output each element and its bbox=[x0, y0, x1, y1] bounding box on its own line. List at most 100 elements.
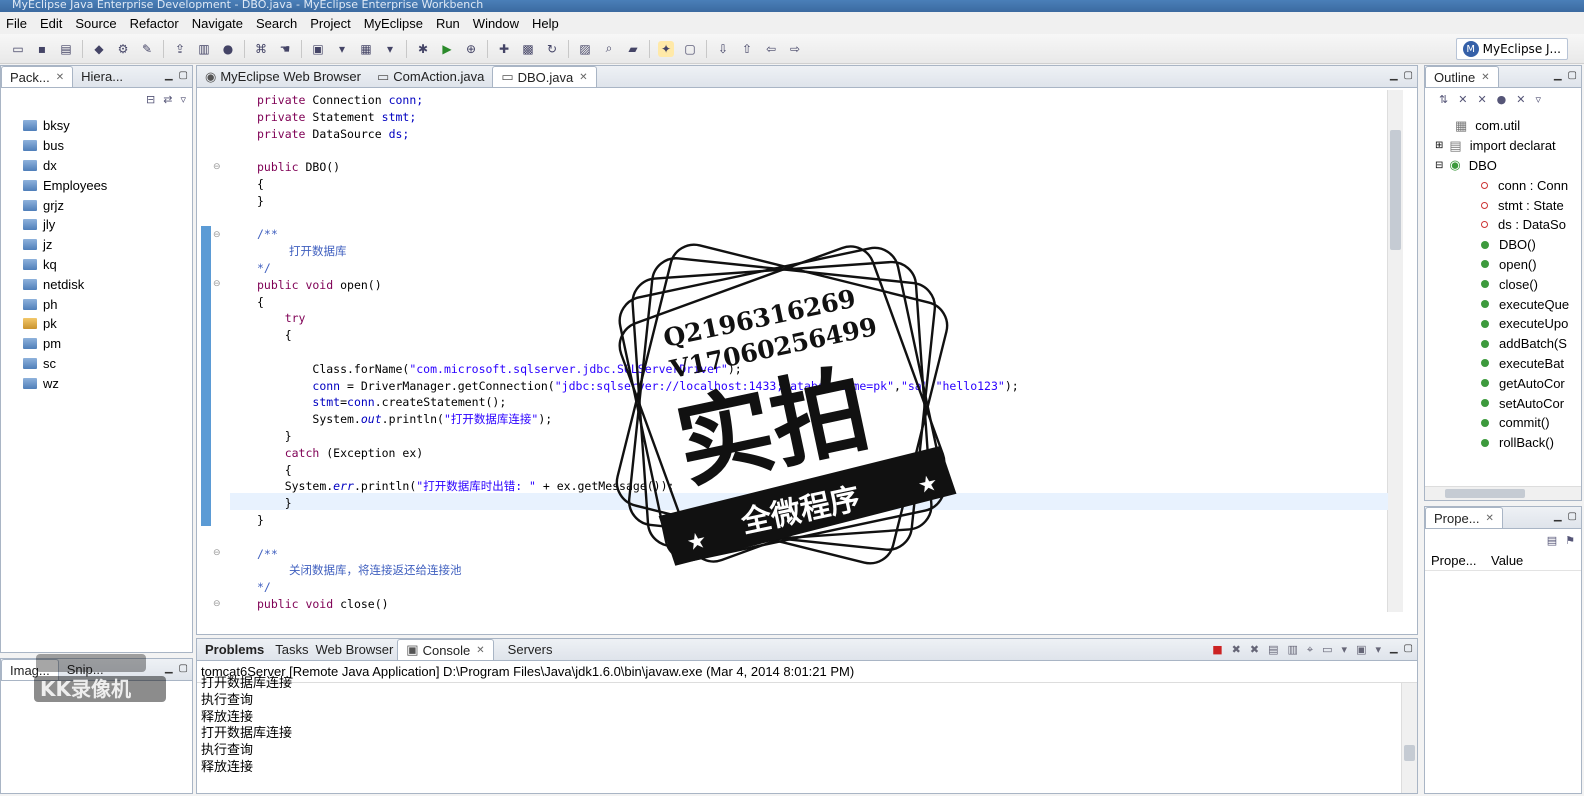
back-icon[interactable]: ⇦ bbox=[763, 41, 779, 57]
maximize-icon[interactable]: ▢ bbox=[1568, 70, 1577, 81]
close-icon[interactable]: ✕ bbox=[1481, 72, 1489, 83]
document-icon[interactable]: ▦ bbox=[358, 41, 374, 57]
annotation-prev-icon[interactable]: ⇧ bbox=[739, 41, 755, 57]
link-editor-icon[interactable]: ⇄ bbox=[163, 93, 172, 106]
maximize-icon[interactable]: ▢ bbox=[179, 70, 188, 81]
tree-item[interactable]: wz bbox=[23, 373, 192, 393]
tab-outline[interactable]: Outline ✕ bbox=[1425, 66, 1499, 87]
chevron-down-icon[interactable]: ▾ bbox=[334, 41, 350, 57]
tree-item[interactable]: pk bbox=[23, 314, 192, 334]
minimize-icon[interactable]: ▁ bbox=[1390, 643, 1398, 654]
close-icon[interactable]: ✕ bbox=[56, 72, 64, 83]
server-icon[interactable]: ▥ bbox=[196, 41, 212, 57]
maximize-icon[interactable]: ▢ bbox=[1404, 70, 1413, 81]
console-output[interactable]: 打开数据库连接 执行查询 释放连接 打开数据库连接 执行查询 释放连接 bbox=[197, 675, 1417, 781]
outline-item[interactable]: commit() bbox=[1425, 413, 1581, 433]
column-header[interactable]: Value bbox=[1487, 553, 1523, 568]
display-console-icon[interactable]: ▭ bbox=[1322, 643, 1332, 657]
menu-navigate[interactable]: Navigate bbox=[186, 16, 250, 31]
link-icon[interactable]: ⌘ bbox=[253, 41, 269, 57]
minimize-icon[interactable]: ▁ bbox=[1554, 511, 1562, 522]
remove-all-icon[interactable]: ✖ bbox=[1250, 643, 1259, 657]
hand-icon[interactable]: ☚ bbox=[277, 41, 293, 57]
tab-comaction-java[interactable]: ▭ ComAction.java bbox=[369, 66, 492, 87]
outline-item[interactable]: addBatch(S bbox=[1425, 334, 1581, 354]
fold-marker[interactable]: ⊖ bbox=[213, 599, 221, 609]
expand-icon[interactable]: ⊞ bbox=[1435, 140, 1443, 151]
outline-item[interactable]: executeQue bbox=[1425, 294, 1581, 314]
outline-item[interactable]: executeBat bbox=[1425, 354, 1581, 374]
hide-fields-icon[interactable]: ✕ bbox=[1458, 93, 1467, 106]
tab-properties[interactable]: Prope... ✕ bbox=[1425, 507, 1503, 528]
scrollbar-thumb[interactable] bbox=[1445, 489, 1525, 498]
tab-web-browser[interactable]: Web Browser bbox=[311, 639, 397, 660]
fold-marker[interactable]: ⊖ bbox=[213, 162, 221, 172]
outline-item[interactable]: conn : Conn bbox=[1425, 175, 1581, 195]
tab-package-explorer[interactable]: Pack... ✕ bbox=[1, 66, 74, 87]
console-scrollbar[interactable] bbox=[1401, 683, 1417, 793]
globe-icon[interactable]: ● bbox=[220, 41, 236, 57]
scrollbar-thumb[interactable] bbox=[1390, 130, 1401, 250]
print-icon[interactable]: ▤ bbox=[58, 41, 74, 57]
categories-icon[interactable]: ▤ bbox=[1547, 534, 1557, 547]
external-tools-icon[interactable]: ⊕ bbox=[463, 41, 479, 57]
close-icon[interactable]: ✕ bbox=[579, 72, 587, 83]
window-icon[interactable]: ▣ bbox=[310, 41, 326, 57]
tree-item[interactable]: kq bbox=[23, 255, 192, 275]
chevron-down-icon[interactable]: ▾ bbox=[1342, 643, 1348, 657]
minimize-icon[interactable]: ▁ bbox=[1390, 70, 1398, 81]
tree-item[interactable]: Employees bbox=[23, 175, 192, 195]
sort-icon[interactable]: ⇅ bbox=[1439, 93, 1448, 106]
tab-hierarchy[interactable]: Hiera... bbox=[73, 66, 131, 87]
fold-marker[interactable]: ⊖ bbox=[213, 279, 221, 289]
open-console-icon[interactable]: ▣ bbox=[1356, 643, 1366, 657]
block-select-icon[interactable]: ▢ bbox=[682, 41, 698, 57]
tree-item[interactable]: pm bbox=[23, 334, 192, 354]
new-icon[interactable]: ▭ bbox=[10, 41, 26, 57]
maximize-icon[interactable]: ▢ bbox=[179, 663, 188, 674]
tree-item[interactable]: bksy bbox=[23, 116, 192, 136]
tree-item[interactable]: jly bbox=[23, 215, 192, 235]
collapse-icon[interactable]: ⊟ bbox=[1435, 160, 1443, 171]
menu-source[interactable]: Source bbox=[69, 16, 123, 31]
tab-myeclipse-web-browser[interactable]: ◉ MyEclipse Web Browser bbox=[197, 66, 369, 87]
view-menu-icon[interactable]: ▿ bbox=[180, 93, 186, 106]
outline-hscrollbar[interactable] bbox=[1425, 486, 1581, 500]
menu-myeclipse[interactable]: MyEclipse bbox=[358, 16, 430, 31]
remove-launch-icon[interactable]: ✖ bbox=[1232, 643, 1241, 657]
open-folder-icon[interactable]: ▰ bbox=[625, 41, 641, 57]
fold-marker[interactable]: ⊖ bbox=[213, 230, 221, 240]
maximize-icon[interactable]: ▢ bbox=[1404, 643, 1413, 654]
close-icon[interactable]: ✕ bbox=[476, 645, 484, 656]
gear-icon[interactable]: ⚙ bbox=[115, 41, 131, 57]
menu-help[interactable]: Help bbox=[526, 16, 566, 31]
menu-edit[interactable]: Edit bbox=[34, 16, 69, 31]
tab-servers[interactable]: Servers bbox=[494, 639, 561, 660]
maximize-icon[interactable]: ▢ bbox=[1568, 511, 1577, 522]
save-icon[interactable]: ▪ bbox=[34, 41, 50, 57]
outline-item[interactable]: ⊞ ▤ import declarat bbox=[1425, 136, 1581, 156]
tree-item[interactable]: sc bbox=[23, 354, 192, 374]
view-menu-icon[interactable]: ▿ bbox=[1535, 93, 1541, 106]
hide-nonpublic-icon[interactable]: ● bbox=[1497, 93, 1507, 106]
tab-tasks[interactable]: Tasks bbox=[272, 639, 311, 660]
column-header[interactable]: Prope... bbox=[1425, 553, 1487, 568]
tab-dbo-java[interactable]: ▭ DBO.java ✕ bbox=[492, 66, 597, 87]
new-class-icon[interactable]: ✚ bbox=[496, 41, 512, 57]
tab-console[interactable]: ▣ Console ✕ bbox=[397, 639, 494, 660]
outline-item[interactable]: stmt : State bbox=[1425, 195, 1581, 215]
run-icon[interactable]: ▶ bbox=[439, 41, 455, 57]
scrollbar-thumb[interactable] bbox=[1404, 745, 1415, 761]
deploy-icon[interactable]: ⇪ bbox=[172, 41, 188, 57]
scroll-lock-icon[interactable]: ▥ bbox=[1288, 643, 1298, 657]
hide-static-icon[interactable]: ✕ bbox=[1477, 93, 1486, 106]
toggle-mark-icon[interactable]: ✦ bbox=[658, 40, 674, 57]
editor-scrollbar[interactable] bbox=[1387, 90, 1403, 612]
debug-icon[interactable]: ✱ bbox=[415, 41, 431, 57]
terminate-icon[interactable]: ■ bbox=[1212, 643, 1222, 657]
package-icon[interactable]: ▩ bbox=[520, 41, 536, 57]
wrench-icon[interactable]: ✎ bbox=[139, 41, 155, 57]
outline-item[interactable]: executeUpo bbox=[1425, 314, 1581, 334]
tree-item[interactable]: dx bbox=[23, 156, 192, 176]
outline-item[interactable]: rollBack() bbox=[1425, 433, 1581, 453]
